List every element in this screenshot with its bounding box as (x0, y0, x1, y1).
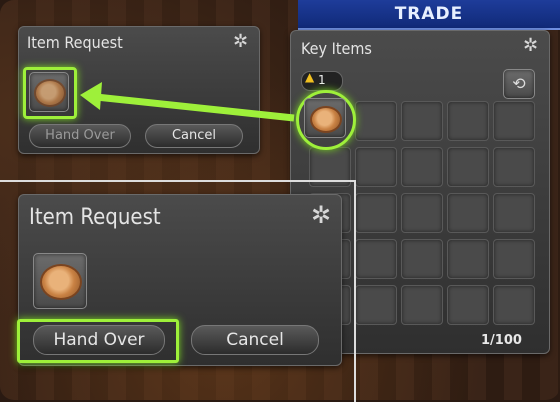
cancel-button[interactable]: Cancel (191, 325, 319, 355)
item-slot[interactable] (33, 253, 87, 309)
window-title: Item Request (29, 205, 161, 230)
item-request-window-zoom: Item Request ✲ Hand Over Cancel (17, 194, 342, 366)
hand-over-button[interactable]: Hand Over (33, 325, 165, 355)
pie-item-icon (40, 264, 82, 300)
gear-icon[interactable]: ✲ (311, 201, 331, 229)
